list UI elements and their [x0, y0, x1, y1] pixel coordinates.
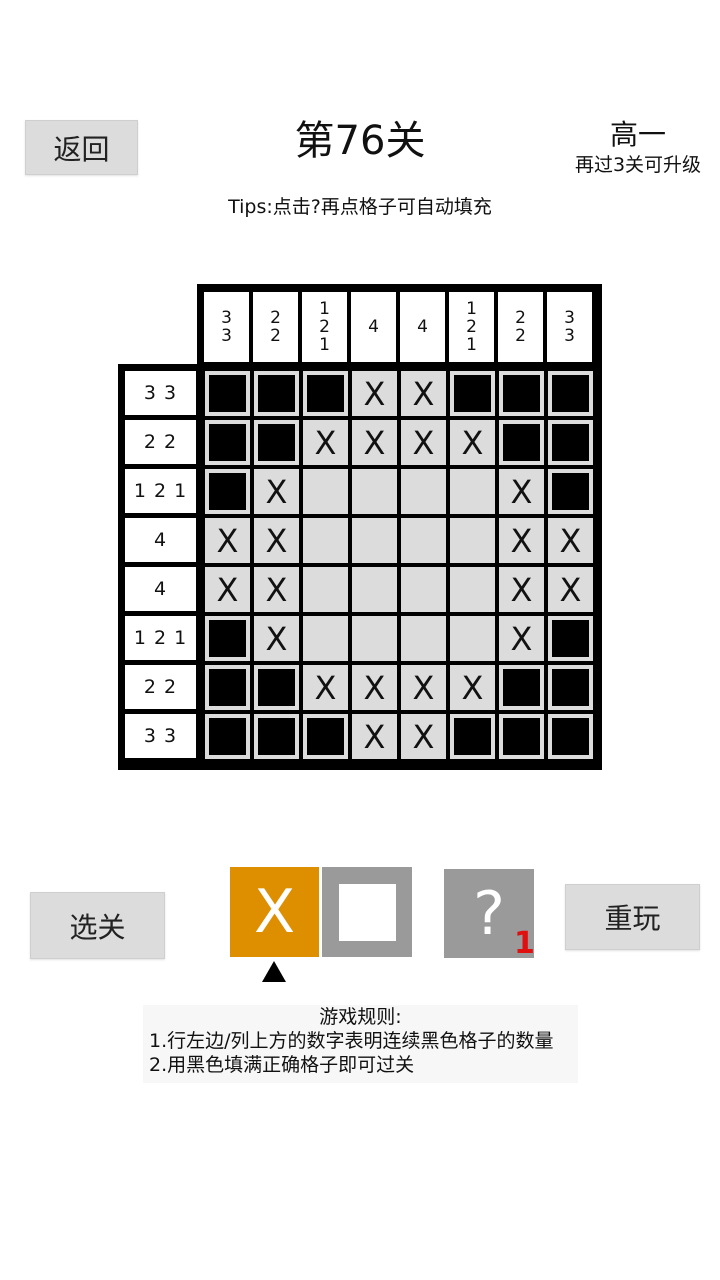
grid-cell-marked-x[interactable]: X: [548, 518, 593, 563]
tips-text: Tips:点击?再点格子可自动填充: [228, 196, 492, 218]
column-clue: 1 2 1: [302, 292, 347, 362]
grid-cell-empty[interactable]: [303, 518, 348, 563]
column-clue: 1 2 1: [449, 292, 494, 362]
grid-cell-marked-x[interactable]: X: [352, 420, 397, 465]
grid-cell-marked-x[interactable]: X: [303, 665, 348, 710]
row-clue: 4: [125, 567, 196, 611]
row-clue: 2 2: [125, 665, 196, 709]
grid-cell-marked-x[interactable]: X: [499, 616, 544, 661]
active-mode-pointer-icon: [262, 961, 286, 982]
select-level-button[interactable]: 选关: [30, 892, 165, 959]
grid-cell-empty[interactable]: [352, 567, 397, 612]
grid-cell-filled[interactable]: [499, 714, 544, 759]
grid-cell-empty[interactable]: [401, 616, 446, 661]
mark-x-mode-button[interactable]: X: [230, 867, 319, 957]
grid-cell-marked-x[interactable]: X: [401, 420, 446, 465]
grid-cell-filled[interactable]: [254, 371, 299, 416]
grid-cell-marked-x[interactable]: X: [254, 518, 299, 563]
grid-cell-empty[interactable]: [450, 567, 495, 612]
grid-cell-filled[interactable]: [548, 420, 593, 465]
grid-cell-filled[interactable]: [254, 714, 299, 759]
grid-cell-marked-x[interactable]: X: [548, 567, 593, 612]
grid-cell-filled[interactable]: [450, 714, 495, 759]
grid-cell-empty[interactable]: [401, 518, 446, 563]
grid-cell-marked-x[interactable]: X: [499, 469, 544, 514]
grid-cell-marked-x[interactable]: X: [450, 665, 495, 710]
grid-cell-marked-x[interactable]: X: [450, 420, 495, 465]
grid-cell-marked-x[interactable]: X: [401, 371, 446, 416]
grid-cell-empty[interactable]: [450, 469, 495, 514]
grid-cell-filled[interactable]: [205, 420, 250, 465]
grid-cell-filled[interactable]: [548, 665, 593, 710]
grid-cell-filled[interactable]: [205, 469, 250, 514]
grid-cell-empty[interactable]: [450, 518, 495, 563]
row-clue: 4: [125, 518, 196, 562]
grid-cell-marked-x[interactable]: X: [303, 420, 348, 465]
grid-cell-filled[interactable]: [303, 371, 348, 416]
row-clue: 1 2 1: [125, 469, 196, 513]
grid-cell-empty[interactable]: [401, 567, 446, 612]
grid-cell-filled[interactable]: [548, 371, 593, 416]
grid-cell-filled[interactable]: [205, 616, 250, 661]
fill-square-icon: [338, 883, 396, 941]
grid-cell-filled[interactable]: [205, 714, 250, 759]
grid-cell-empty[interactable]: [401, 469, 446, 514]
grid-cell-marked-x[interactable]: X: [254, 567, 299, 612]
grid-cell-filled[interactable]: [499, 371, 544, 416]
grid-cell-filled[interactable]: [254, 665, 299, 710]
grid-cell-empty[interactable]: [303, 616, 348, 661]
grid-cell-filled[interactable]: [499, 665, 544, 710]
grid-cell-filled[interactable]: [254, 420, 299, 465]
grid-cell-empty[interactable]: [352, 469, 397, 514]
grid-cell-filled[interactable]: [548, 469, 593, 514]
grid-cell-marked-x[interactable]: X: [401, 714, 446, 759]
grid-cell-filled[interactable]: [548, 616, 593, 661]
grid-cell-filled[interactable]: [205, 665, 250, 710]
column-clue: 3 3: [204, 292, 249, 362]
hint-count-badge: 1: [514, 926, 535, 961]
grid-cell-marked-x[interactable]: X: [352, 714, 397, 759]
grid-cell-marked-x[interactable]: X: [499, 567, 544, 612]
grid-cell-filled[interactable]: [450, 371, 495, 416]
rules-panel: 游戏规则: 1.行左边/列上方的数字表明连续黑色格子的数量 2.用黑色填满正确格…: [143, 1005, 578, 1083]
grid-cell-empty[interactable]: [352, 616, 397, 661]
grade-label: 高一: [609, 118, 666, 151]
grid-cell-marked-x[interactable]: X: [205, 567, 250, 612]
column-clue: 4: [400, 292, 445, 362]
row-clue: 1 2 1: [125, 616, 196, 660]
rules-line-2: 2.用黑色填满正确格子即可过关: [149, 1054, 415, 1076]
rules-title: 游戏规则:: [319, 1006, 402, 1028]
column-clue: 2 2: [498, 292, 543, 362]
grid-cell-marked-x[interactable]: X: [352, 665, 397, 710]
grid-cell-empty[interactable]: [352, 518, 397, 563]
grid-cell-marked-x[interactable]: X: [352, 371, 397, 416]
grid-cell-marked-x[interactable]: X: [254, 469, 299, 514]
grid-cell-filled[interactable]: [205, 371, 250, 416]
grade-upgrade-note: 再过3关可升级: [574, 154, 702, 176]
grid-cell-empty[interactable]: [450, 616, 495, 661]
grid-cell-filled[interactable]: [303, 714, 348, 759]
row-clue: 2 2: [125, 420, 196, 464]
fill-mode-button[interactable]: [322, 867, 412, 957]
column-clue: 4: [351, 292, 396, 362]
column-clue: 3 3: [547, 292, 592, 362]
row-clue: 3 3: [125, 371, 196, 415]
column-clue: 2 2: [253, 292, 298, 362]
grid-cell-marked-x[interactable]: X: [499, 518, 544, 563]
grid-cell-empty[interactable]: [303, 567, 348, 612]
grid-cell-marked-x[interactable]: X: [254, 616, 299, 661]
grid-cell-filled[interactable]: [499, 420, 544, 465]
grid-cell-marked-x[interactable]: X: [401, 665, 446, 710]
grid-cell-marked-x[interactable]: X: [205, 518, 250, 563]
replay-button[interactable]: 重玩: [565, 884, 700, 950]
rules-line-1: 1.行左边/列上方的数字表明连续黑色格子的数量: [149, 1030, 554, 1052]
row-clue: 3 3: [125, 714, 196, 758]
grid-cell-filled[interactable]: [548, 714, 593, 759]
grid-cell-empty[interactable]: [303, 469, 348, 514]
